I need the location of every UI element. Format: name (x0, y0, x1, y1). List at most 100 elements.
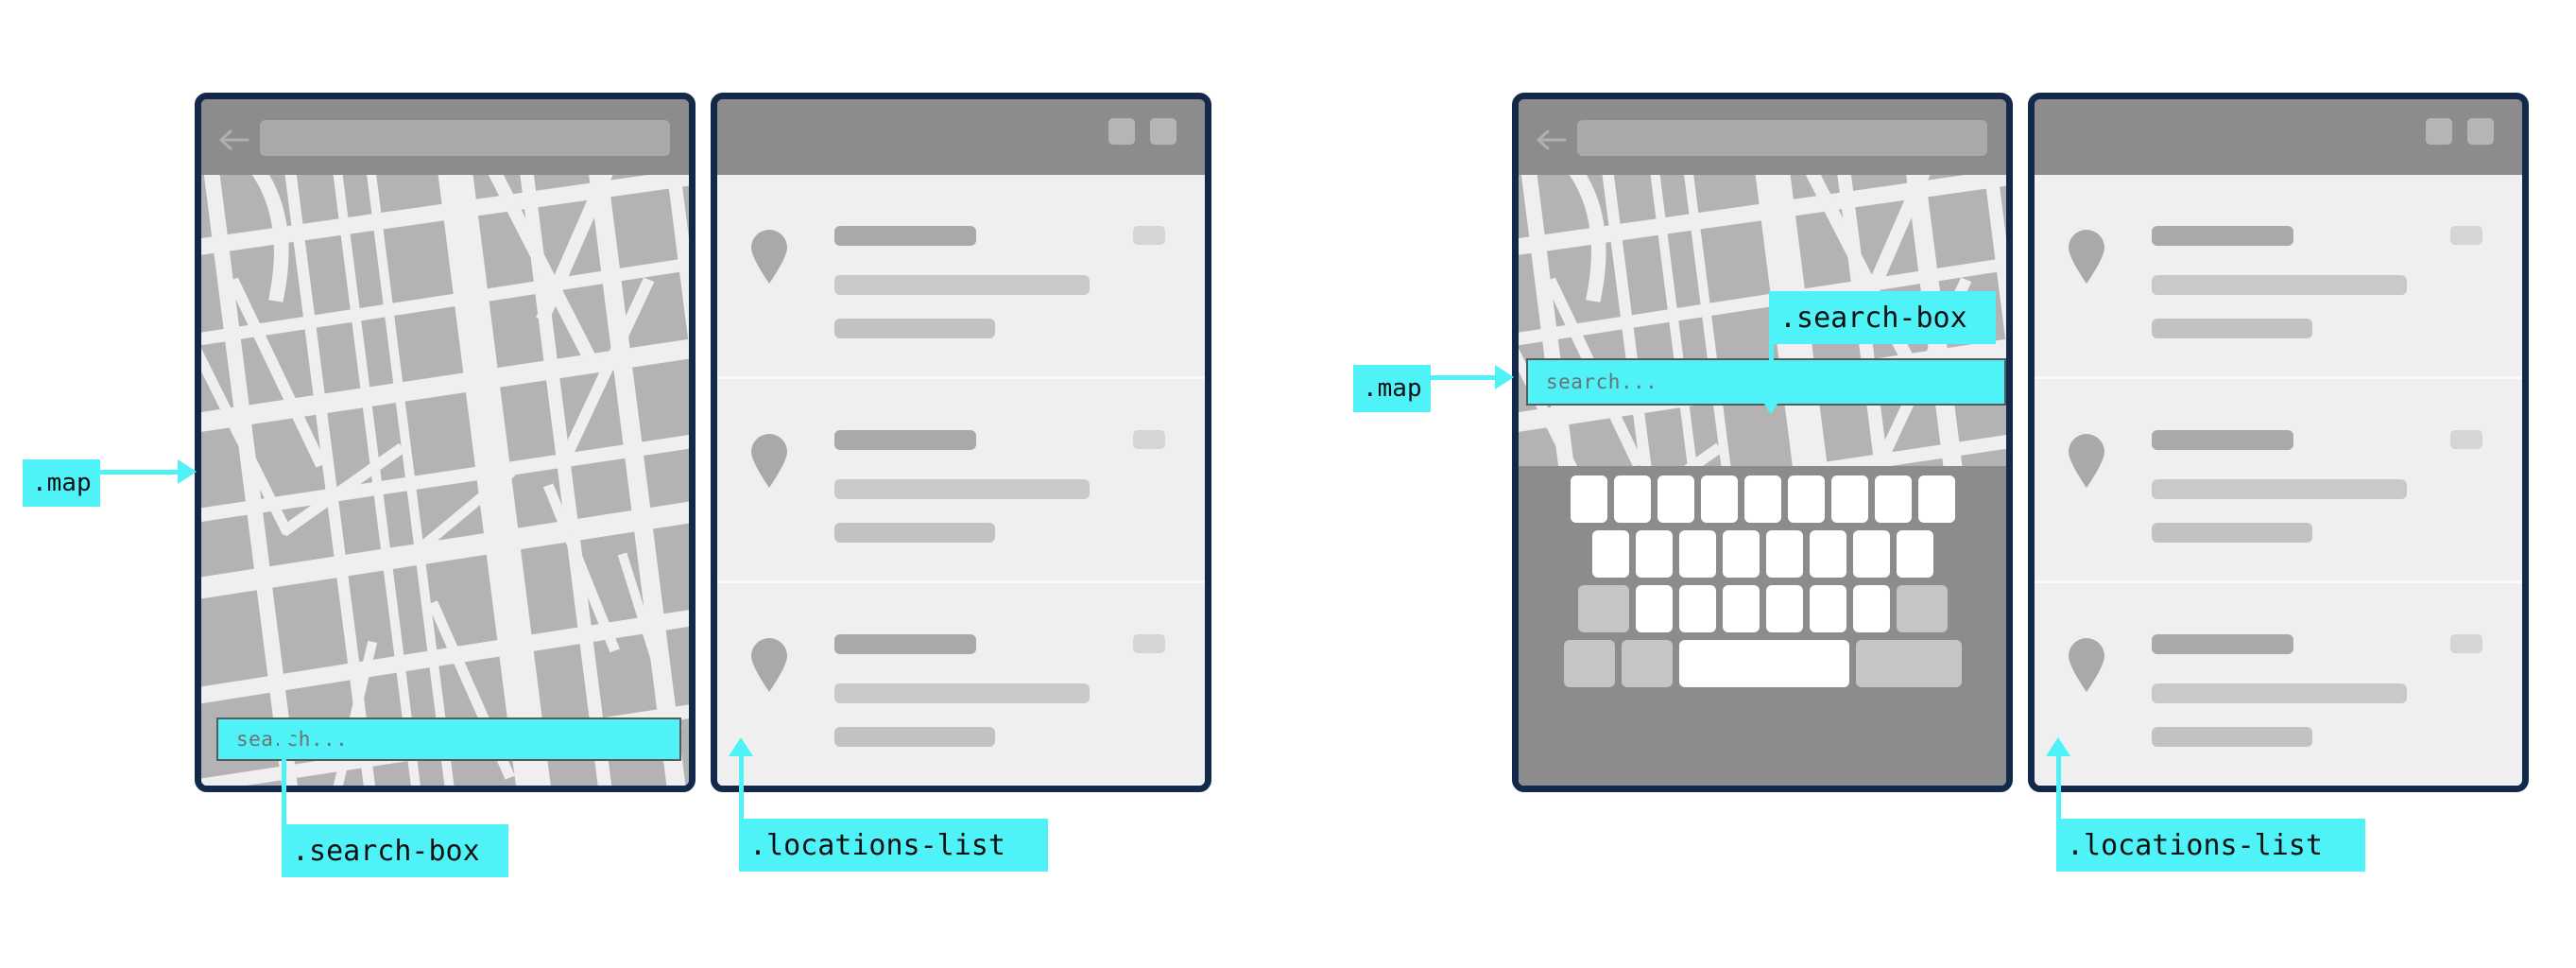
key[interactable] (1830, 475, 1868, 523)
list-item-title (2152, 430, 2293, 450)
list-item[interactable] (2035, 379, 2522, 583)
wireframe-canvas: search... search... .map .search-box .lo… (0, 0, 2576, 968)
list-item[interactable] (717, 175, 1205, 379)
location-pin-icon (2069, 434, 2104, 488)
panel-toggle-icon[interactable] (2426, 118, 2452, 145)
phone-map-1[interactable]: search... (195, 93, 696, 792)
annotation-leader-line (739, 756, 744, 821)
header-search-field[interactable] (260, 120, 670, 156)
key[interactable] (1765, 585, 1803, 632)
annotation-locations-list-a: .locations-list (739, 819, 1048, 872)
key[interactable] (1765, 530, 1803, 578)
location-pin-icon (751, 434, 787, 488)
list-item-line-1 (2152, 479, 2407, 499)
annotation-label: .locations-list (749, 828, 1005, 862)
list-item-line-1 (834, 479, 1090, 499)
annotation-arrow-icon (1495, 365, 1514, 389)
list-item-line-2 (2152, 727, 2312, 747)
list-item-line-2 (834, 523, 995, 543)
key[interactable] (1678, 530, 1716, 578)
list-item-line-1 (834, 683, 1090, 703)
list-item-title (834, 430, 976, 450)
annotation-search-box-b: .search-box (1769, 291, 1996, 344)
map-surface[interactable] (201, 175, 689, 786)
key[interactable] (1852, 530, 1890, 578)
annotation-map-b: .map (1353, 365, 1431, 412)
list-item-line-1 (834, 275, 1090, 295)
key[interactable] (1570, 475, 1607, 523)
annotation-map-a: .map (23, 459, 100, 507)
list-item-badge (1133, 430, 1165, 449)
return-key[interactable] (1855, 640, 1962, 687)
locations-list[interactable] (717, 175, 1205, 786)
keyboard-row (1526, 530, 1999, 578)
annotation-leader-line (282, 743, 286, 826)
annotation-arrow-icon (1759, 395, 1783, 414)
annotation-arrow-icon (178, 459, 197, 484)
list-item-badge (2450, 634, 2482, 653)
key[interactable] (1809, 530, 1846, 578)
locations-list[interactable] (2035, 175, 2522, 786)
list-item-title (2152, 226, 2293, 246)
annotation-label: .locations-list (2067, 828, 2323, 862)
key[interactable] (1700, 475, 1738, 523)
locations-top-bar (717, 99, 1205, 175)
backspace-key[interactable] (1896, 585, 1948, 632)
key[interactable] (1896, 530, 1933, 578)
search-placeholder: search... (1546, 371, 1658, 393)
list-item-title (2152, 634, 2293, 654)
back-arrow-icon[interactable] (1536, 128, 1568, 152)
phone-locations-1[interactable] (711, 93, 1211, 792)
location-pin-icon (751, 230, 787, 284)
key[interactable] (1678, 585, 1716, 632)
key[interactable] (1657, 475, 1694, 523)
annotation-locations-list-b: .locations-list (2056, 819, 2365, 872)
map-streets-graphic (201, 175, 689, 786)
key[interactable] (1722, 530, 1760, 578)
keyboard-row (1526, 585, 1999, 632)
key[interactable] (1743, 475, 1781, 523)
annotation-label: .map (1363, 374, 1422, 403)
key[interactable] (1613, 475, 1651, 523)
emoji-key[interactable] (1621, 640, 1673, 687)
phone-locations-2[interactable] (2028, 93, 2529, 792)
key[interactable] (1852, 585, 1890, 632)
annotation-label: .search-box (292, 834, 480, 868)
list-item-badge (2450, 430, 2482, 449)
location-pin-icon (751, 638, 787, 692)
back-arrow-icon[interactable] (218, 128, 250, 152)
panel-toggle-icon[interactable] (2467, 118, 2494, 145)
key[interactable] (1722, 585, 1760, 632)
phone-map-2[interactable]: search... (1512, 93, 2013, 792)
map-top-bar (1519, 99, 2006, 175)
shift-key[interactable] (1577, 585, 1629, 632)
keyboard-row (1526, 475, 1999, 523)
key[interactable] (1787, 475, 1825, 523)
key[interactable] (1874, 475, 1912, 523)
key[interactable] (1591, 530, 1629, 578)
list-item-title (834, 226, 976, 246)
list-item[interactable] (2035, 175, 2522, 379)
numbers-key[interactable] (1563, 640, 1615, 687)
panel-toggle-icon[interactable] (1150, 118, 1176, 145)
annotation-arrow-icon (271, 724, 296, 743)
on-screen-keyboard[interactable] (1519, 466, 2006, 786)
key[interactable] (1917, 475, 1955, 523)
annotation-arrow-icon (2046, 737, 2070, 756)
keyboard-row (1526, 640, 1999, 687)
space-key[interactable] (1678, 640, 1849, 687)
list-item[interactable] (2035, 583, 2522, 786)
list-item-line-1 (2152, 683, 2407, 703)
header-search-field[interactable] (1577, 120, 1987, 156)
list-item[interactable] (717, 583, 1205, 786)
panel-toggle-icon[interactable] (1108, 118, 1135, 145)
key[interactable] (1635, 585, 1673, 632)
key[interactable] (1809, 585, 1846, 632)
location-pin-icon (2069, 638, 2104, 692)
list-item[interactable] (717, 379, 1205, 583)
list-item-title (834, 634, 976, 654)
annotation-label: .search-box (1779, 301, 1967, 335)
key[interactable] (1635, 530, 1673, 578)
list-item-badge (2450, 226, 2482, 245)
location-pin-icon (2069, 230, 2104, 284)
